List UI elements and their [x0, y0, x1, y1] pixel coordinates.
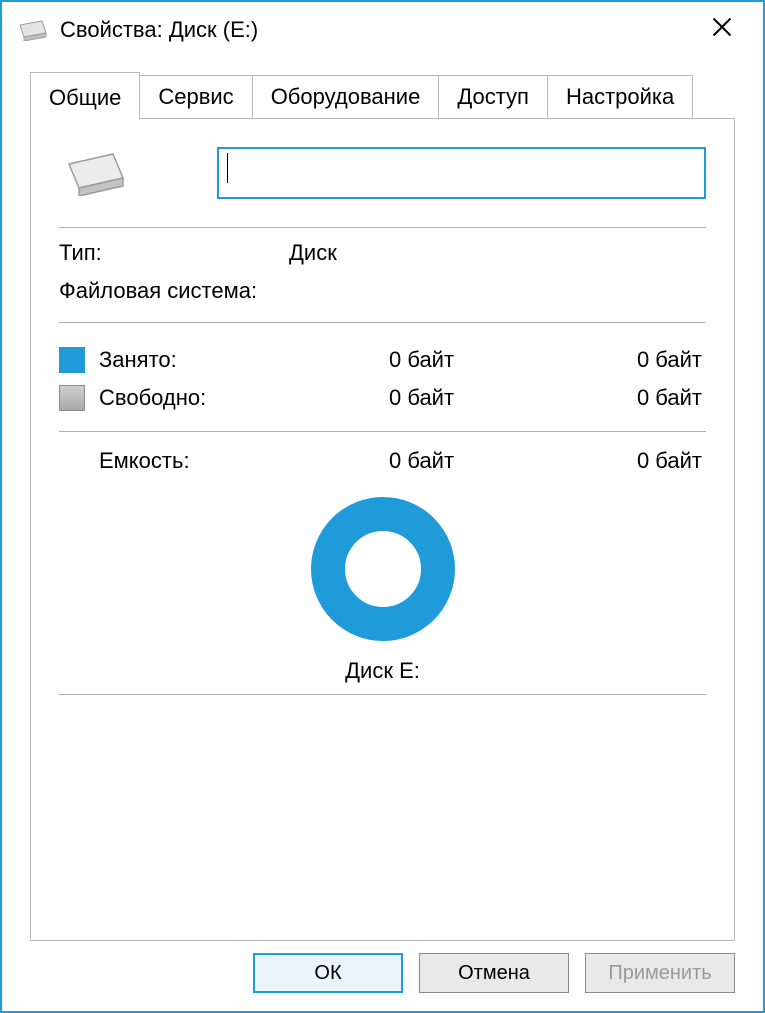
tabstrip: Общие Сервис Оборудование Доступ Настрой… [30, 70, 735, 118]
used-label: Занято: [99, 347, 389, 373]
drive-icon [61, 150, 127, 196]
divider [59, 227, 706, 228]
usage-donut-chart [59, 494, 706, 650]
close-icon [710, 15, 734, 39]
spacer [59, 448, 85, 474]
client-area: Общие Сервис Оборудование Доступ Настрой… [2, 58, 763, 1011]
free-label: Свободно: [99, 385, 389, 411]
tab-panel-general: Тип: Диск Файловая система: Занято: 0 ба… [30, 118, 735, 941]
free-human: 0 байт [569, 385, 706, 411]
used-swatch-icon [59, 347, 85, 373]
type-label: Тип: [59, 240, 289, 266]
tab-general[interactable]: Общие [30, 72, 140, 119]
capacity-human: 0 байт [569, 448, 706, 474]
filesystem-label: Файловая система: [59, 278, 289, 304]
used-bytes: 0 байт [389, 347, 569, 373]
divider [59, 694, 706, 695]
window-title: Свойства: Диск (E:) [60, 17, 699, 43]
tab-hardware[interactable]: Оборудование [252, 75, 440, 118]
tab-sharing[interactable]: Доступ [438, 75, 548, 118]
close-button[interactable] [699, 13, 745, 47]
dialog-footer: ОК Отмена Применить [30, 941, 735, 993]
divider [59, 431, 706, 432]
tab-tools[interactable]: Сервис [139, 75, 252, 118]
drive-icon [16, 19, 48, 41]
titlebar: Свойства: Диск (E:) [2, 2, 763, 58]
text-caret [227, 153, 228, 183]
free-swatch-icon [59, 385, 85, 411]
used-human: 0 байт [569, 347, 706, 373]
ok-button[interactable]: ОК [253, 953, 403, 993]
volume-name-input[interactable] [217, 147, 706, 199]
properties-window: Свойства: Диск (E:) Общие Сервис Оборудо… [0, 0, 765, 1013]
free-bytes: 0 байт [389, 385, 569, 411]
divider [59, 322, 706, 323]
type-value: Диск [289, 240, 337, 266]
apply-button: Применить [585, 953, 735, 993]
capacity-bytes: 0 байт [389, 448, 569, 474]
cancel-button[interactable]: Отмена [419, 953, 569, 993]
donut-label: Диск E: [59, 658, 706, 684]
capacity-label: Емкость: [99, 448, 389, 474]
tab-customize[interactable]: Настройка [547, 75, 693, 118]
